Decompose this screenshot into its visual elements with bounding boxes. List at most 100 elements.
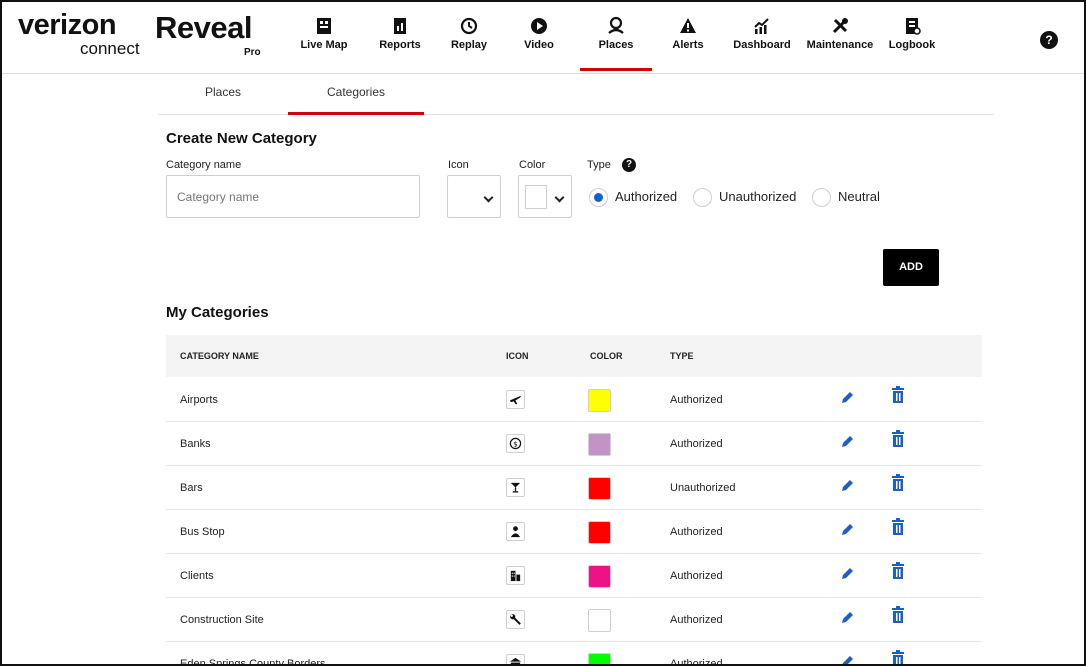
table-row: Construction Site Authorized xyxy=(166,598,982,642)
nav-alerts[interactable]: Alerts xyxy=(668,16,708,71)
edit-icon[interactable] xyxy=(839,478,855,494)
person-icon xyxy=(506,522,525,541)
nav-places-label: Places xyxy=(598,39,634,51)
edit-icon[interactable] xyxy=(839,434,855,450)
nav-reports-label: Reports xyxy=(379,39,421,51)
dollar-icon: $ xyxy=(506,434,525,453)
nav-replay[interactable]: Replay xyxy=(445,16,493,71)
table-row: Bars Unauthorized xyxy=(166,466,982,510)
top-header: verizon connect Reveal Pro Live Map Repo… xyxy=(2,2,1084,74)
nav-live-map[interactable]: Live Map xyxy=(296,16,352,71)
table-row: Eden Springs County Borders Authorized xyxy=(166,642,982,666)
chevron-down-icon xyxy=(483,192,494,203)
table-row: Airports Authorized xyxy=(166,378,982,422)
column-header-color[interactable]: COLOR xyxy=(590,335,623,377)
category-name-cell: Eden Springs County Borders xyxy=(180,658,326,666)
nav-dashboard-label: Dashboard xyxy=(733,39,791,51)
delete-icon[interactable] xyxy=(890,474,906,492)
icon-label: Icon xyxy=(448,159,469,171)
delete-icon[interactable] xyxy=(890,606,906,624)
building-icon xyxy=(506,566,525,585)
category-color-swatch xyxy=(588,389,611,412)
delete-icon[interactable] xyxy=(890,430,906,448)
category-name-cell: Banks xyxy=(180,438,211,450)
category-type-cell: Authorized xyxy=(670,438,723,450)
type-radio-authorized[interactable] xyxy=(589,188,608,207)
maintenance-icon xyxy=(832,18,848,34)
category-color-swatch xyxy=(588,433,611,456)
column-header-icon[interactable]: ICON xyxy=(506,335,529,377)
category-name-cell: Bus Stop xyxy=(180,526,225,538)
category-name-cell: Bars xyxy=(180,482,203,494)
column-header-name[interactable]: CATEGORY NAME xyxy=(180,335,259,377)
nav-alerts-label: Alerts xyxy=(672,39,704,51)
category-color-swatch xyxy=(588,477,611,500)
type-radio-neutral[interactable] xyxy=(812,188,831,207)
type-radio-authorized-label[interactable]: Authorized xyxy=(615,189,677,204)
type-radio-unauthorized[interactable] xyxy=(693,188,712,207)
delete-icon[interactable] xyxy=(890,386,906,404)
places-tabs: Places Categories xyxy=(158,75,994,115)
nav-logbook-label: Logbook xyxy=(888,39,936,51)
delete-icon[interactable] xyxy=(890,562,906,580)
nav-reports[interactable]: Reports xyxy=(372,16,428,71)
column-header-type[interactable]: TYPE xyxy=(670,335,694,377)
delete-icon[interactable] xyxy=(890,650,906,666)
edit-icon[interactable] xyxy=(839,390,855,406)
category-color-swatch xyxy=(588,521,611,544)
category-type-cell: Authorized xyxy=(670,526,723,538)
type-radio-neutral-label[interactable]: Neutral xyxy=(838,189,880,204)
app-window: verizon connect Reveal Pro Live Map Repo… xyxy=(0,0,1086,666)
reveal-logo: Reveal xyxy=(155,10,252,45)
category-name-cell: Clients xyxy=(180,570,214,582)
nav-maintenance[interactable]: Maintenance xyxy=(803,16,877,71)
verizon-logo: verizon xyxy=(18,9,117,41)
category-type-cell: Authorized xyxy=(670,394,723,406)
edit-icon[interactable] xyxy=(839,610,855,626)
places-icon xyxy=(608,16,624,34)
svg-text:$: $ xyxy=(513,439,518,448)
my-categories-title: My Categories xyxy=(166,304,269,321)
category-type-cell: Authorized xyxy=(670,570,723,582)
create-category-title: Create New Category xyxy=(166,130,317,147)
table-row: Banks $ Authorized xyxy=(166,422,982,466)
nav-places[interactable]: Places xyxy=(580,16,652,71)
delete-icon[interactable] xyxy=(890,518,906,536)
color-label: Color xyxy=(519,159,546,171)
category-color-swatch xyxy=(588,609,611,632)
alerts-icon xyxy=(680,18,696,33)
video-icon xyxy=(531,18,547,34)
nav-maintenance-label: Maintenance xyxy=(806,39,874,51)
type-radio-unauthorized-label[interactable]: Unauthorized xyxy=(719,189,796,204)
category-type-cell: Authorized xyxy=(670,658,723,666)
airplane-icon xyxy=(506,390,525,409)
chevron-down-icon xyxy=(554,192,565,203)
logbook-icon xyxy=(906,18,921,35)
nav-video[interactable]: Video xyxy=(518,16,560,71)
table-row: Bus Stop Authorized xyxy=(166,510,982,554)
add-category-button[interactable]: ADD xyxy=(883,249,939,286)
tab-categories[interactable]: Categories xyxy=(288,75,424,115)
category-type-cell: Unauthorized xyxy=(670,482,736,494)
edit-icon[interactable] xyxy=(839,522,855,538)
nav-logbook[interactable]: Logbook xyxy=(887,16,937,71)
edit-icon[interactable] xyxy=(839,654,855,666)
edit-icon[interactable] xyxy=(839,566,855,582)
category-type-cell: Authorized xyxy=(670,614,723,626)
table-row: Clients Authorized xyxy=(166,554,982,598)
nav-replay-label: Replay xyxy=(450,39,488,51)
nav-dashboard[interactable]: Dashboard xyxy=(730,16,794,71)
help-icon[interactable]: ? xyxy=(1040,31,1058,49)
live-map-icon xyxy=(317,18,331,34)
icon-select[interactable] xyxy=(447,175,501,218)
tab-places[interactable]: Places xyxy=(158,75,288,115)
cocktail-icon xyxy=(506,478,525,497)
color-select[interactable] xyxy=(518,175,572,218)
nav-video-label: Video xyxy=(524,39,554,51)
dashboard-icon xyxy=(754,18,769,34)
category-name-input[interactable] xyxy=(166,175,420,218)
reports-icon xyxy=(394,18,406,34)
wrench-icon xyxy=(506,610,525,629)
type-help-icon[interactable]: ? xyxy=(622,158,636,172)
type-label: Type xyxy=(587,159,611,171)
